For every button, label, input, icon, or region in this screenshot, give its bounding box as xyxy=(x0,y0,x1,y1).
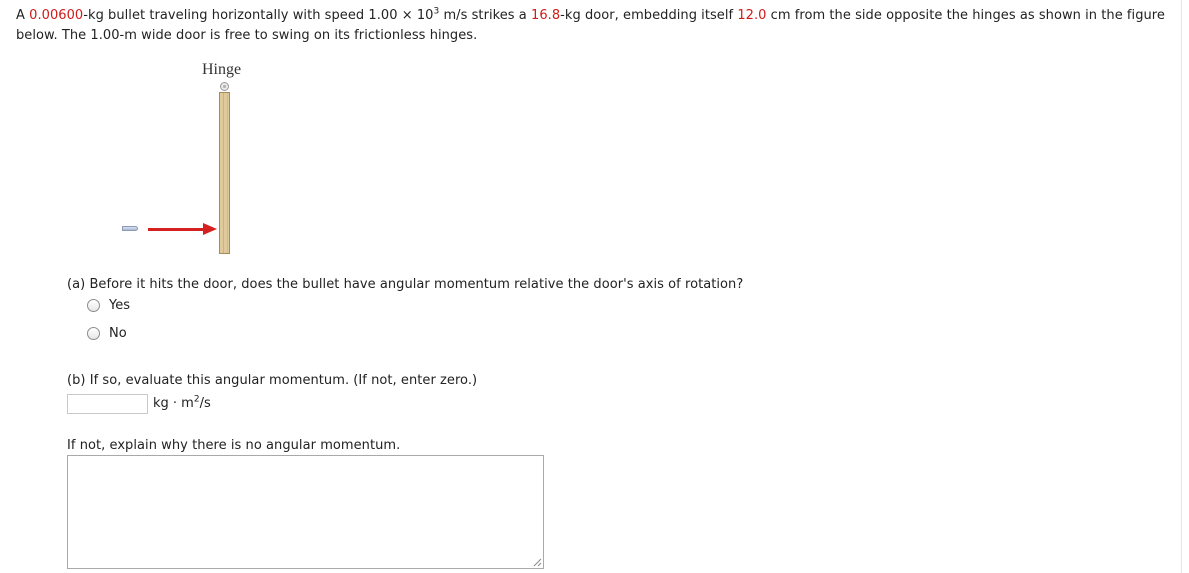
hinge-pin-icon xyxy=(220,82,229,91)
problem-text: A xyxy=(16,8,30,23)
explanation-textarea[interactable] xyxy=(67,455,544,569)
distance-value: 12.0 xyxy=(737,8,767,23)
option-yes-label[interactable]: Yes xyxy=(109,298,130,313)
resize-grip-icon[interactable] xyxy=(533,558,542,567)
problem-statement: A 0.00600-kg bullet traveling horizontal… xyxy=(16,6,1176,46)
problem-text: -kg door, embedding itself xyxy=(560,8,738,23)
door-figure: Hinge xyxy=(110,58,260,263)
unit-prefix: kg · m xyxy=(153,396,194,411)
option-no[interactable]: No xyxy=(87,326,127,341)
hinge-label: Hinge xyxy=(202,61,242,78)
unit-label: kg · m2/s xyxy=(153,395,211,411)
part-b-question: (b) If so, evaluate this angular momentu… xyxy=(67,373,478,388)
radio-no[interactable] xyxy=(87,327,100,340)
bullet-mass-value: 0.00600 xyxy=(29,8,84,23)
option-no-label[interactable]: No xyxy=(109,326,127,341)
radio-yes[interactable] xyxy=(87,299,100,312)
problem-text: -kg bullet traveling horizontally with s… xyxy=(83,8,434,23)
velocity-arrow-line xyxy=(148,228,206,231)
angular-momentum-input[interactable] xyxy=(67,394,148,414)
unit-suffix: /s xyxy=(199,396,211,411)
explain-label: If not, explain why there is no angular … xyxy=(67,438,401,453)
bullet-icon xyxy=(122,226,138,231)
velocity-arrow-head-icon xyxy=(203,223,217,235)
option-yes[interactable]: Yes xyxy=(87,298,130,313)
part-a-question: (a) Before it hits the door, does the bu… xyxy=(67,277,744,292)
door-image xyxy=(219,92,230,254)
door-mass-value: 16.8 xyxy=(531,8,561,23)
problem-text: m/s strikes a xyxy=(439,8,531,23)
